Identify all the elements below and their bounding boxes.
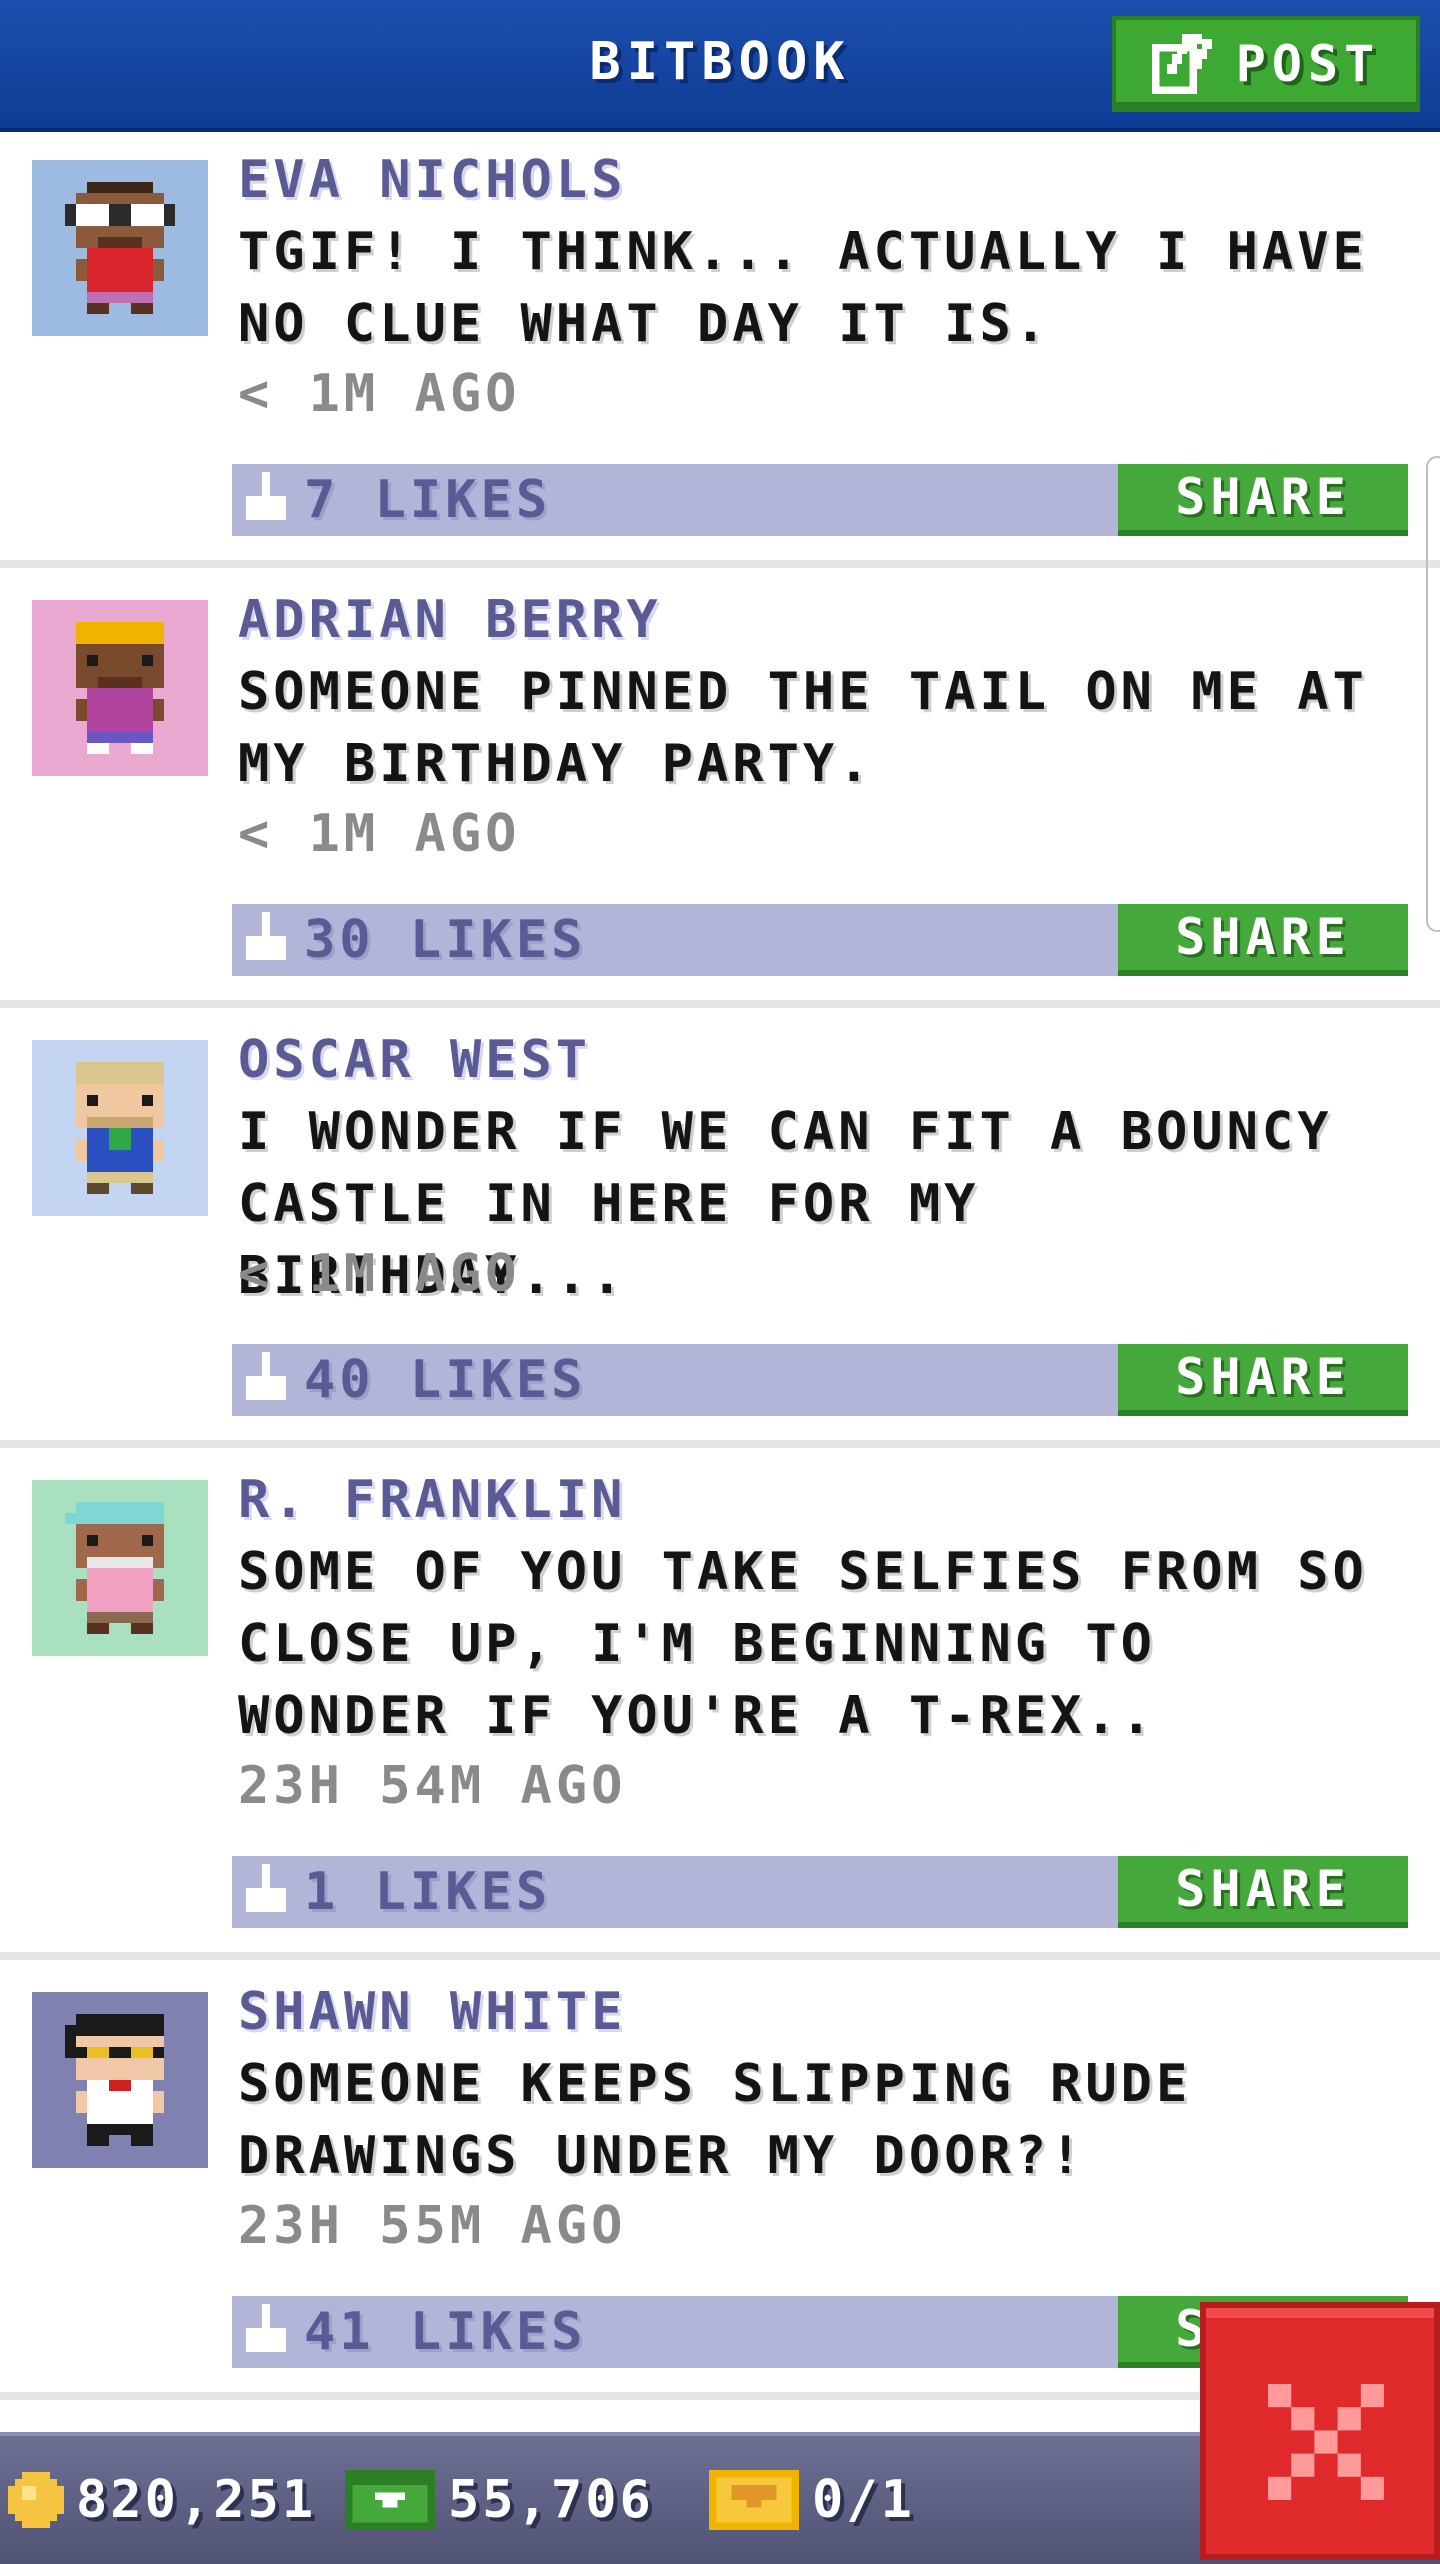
like-count: 30 LIKES <box>304 910 587 970</box>
like-bar[interactable]: 40 LIKES SHARE <box>232 1344 1408 1416</box>
post-author[interactable]: OSCAR WEST <box>238 1030 591 1090</box>
share-button[interactable]: SHARE <box>1118 1344 1408 1416</box>
like-count: 1 LIKES <box>304 1862 552 1922</box>
bux-stat: 55,706 <box>344 2464 654 2536</box>
avatar-shawn-image <box>32 1992 208 2168</box>
feed-post: EVA NICHOLS TGIF! I THINK... ACTUALLY I … <box>0 132 1440 568</box>
thumbs-up-icon <box>246 1352 286 1408</box>
avatar[interactable] <box>32 600 208 776</box>
header-bar: BITBOOK POST <box>0 0 1440 132</box>
post-button[interactable]: POST <box>1112 16 1420 112</box>
like-bar[interactable]: 7 LIKES SHARE <box>232 464 1408 536</box>
post-edit-icon <box>1151 34 1212 94</box>
tickets-stat: 0/1 <box>708 2464 915 2536</box>
thumbs-up-icon <box>246 1864 286 1920</box>
post-author[interactable]: SHAWN WHITE <box>238 1982 626 2042</box>
post-time: < 1M AGO <box>238 1244 521 1304</box>
share-button[interactable]: SHARE <box>1118 904 1408 976</box>
like-count: 7 LIKES <box>304 470 552 530</box>
post-text: TGIF! I THINK... ACTUALLY I HAVE NO CLUE… <box>238 222 1368 354</box>
thumbs-up-icon <box>246 912 286 968</box>
post-author[interactable]: ADRIAN BERRY <box>238 590 662 650</box>
share-button[interactable]: SHARE <box>1118 1856 1408 1928</box>
avatar-franklin-image <box>32 1480 208 1656</box>
avatar[interactable] <box>32 160 208 336</box>
like-bar[interactable]: 1 LIKES SHARE <box>232 1856 1408 1928</box>
post-button-label: POST <box>1235 35 1381 93</box>
avatar-oscar-image <box>32 1040 208 1216</box>
like-count: 40 LIKES <box>304 1350 587 1410</box>
avatar-eva-image <box>32 160 208 336</box>
avatar-adrian-image <box>32 600 208 776</box>
bux-icon <box>345 2470 435 2530</box>
avatar[interactable] <box>32 1992 208 2168</box>
post-time: < 1M AGO <box>238 364 521 424</box>
close-x-icon <box>1268 2384 1384 2500</box>
thumbs-up-icon <box>246 472 286 528</box>
post-text: SOME OF YOU TAKE SELFIES FROM SO CLOSE U… <box>238 1542 1368 1746</box>
scrollbar[interactable] <box>1426 456 1440 932</box>
post-time: < 1M AGO <box>238 804 521 864</box>
thumbs-up-icon <box>246 2304 286 2360</box>
post-text: SOMEONE PINNED THE TAIL ON ME AT MY BIRT… <box>238 662 1368 794</box>
avatar[interactable] <box>32 1040 208 1216</box>
post-text: SOMEONE KEEPS SLIPPING RUDE DRAWINGS UND… <box>238 2054 1192 2186</box>
post-author[interactable]: R. FRANKLIN <box>238 1470 626 1530</box>
share-button[interactable]: SHARE <box>1118 464 1408 536</box>
post-time: 23H 55M AGO <box>238 2196 627 2256</box>
coins-stat: 820,251 <box>8 2464 316 2536</box>
like-count: 41 LIKES <box>304 2302 587 2362</box>
avatar[interactable] <box>32 1480 208 1656</box>
feed-post: OSCAR WEST I WONDER IF WE CAN FIT A BOUN… <box>0 1008 1440 1448</box>
tickets-value: 0/1 <box>812 2470 915 2530</box>
coins-value: 820,251 <box>76 2470 317 2530</box>
post-author[interactable]: EVA NICHOLS <box>238 150 626 210</box>
close-button[interactable] <box>1200 2302 1440 2560</box>
coin-icon <box>8 2472 64 2528</box>
feed-post: ADRIAN BERRY SOMEONE PINNED THE TAIL ON … <box>0 568 1440 1008</box>
bux-value: 55,706 <box>448 2470 654 2530</box>
post-time: 23H 54M AGO <box>238 1756 627 1816</box>
feed-post: R. FRANKLIN SOME OF YOU TAKE SELFIES FRO… <box>0 1448 1440 1960</box>
ticket-icon <box>709 2470 799 2530</box>
like-bar[interactable]: 30 LIKES SHARE <box>232 904 1408 976</box>
